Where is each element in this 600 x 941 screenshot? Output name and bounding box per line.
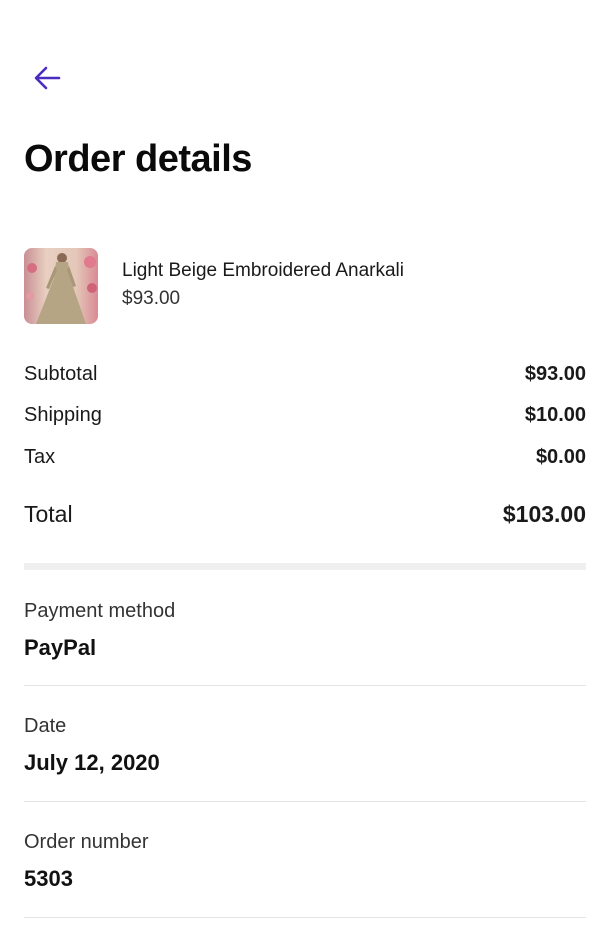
product-thumbnail xyxy=(24,248,98,324)
shipping-row: Shipping $10.00 xyxy=(24,402,586,430)
payment-method-value: PayPal xyxy=(24,635,97,660)
date-label: Date xyxy=(24,715,67,737)
tax-value: $0.00 xyxy=(535,445,586,468)
tax-row: Tax $0.00 xyxy=(24,443,586,471)
price-summary: Subtotal $93.00 Shipping $10.00 Tax $0.0… xyxy=(24,360,586,530)
back-button[interactable] xyxy=(26,58,68,98)
tax-label: Tax xyxy=(24,445,56,468)
subtotal-row: Subtotal $93.00 xyxy=(24,360,586,388)
section-divider xyxy=(24,563,586,570)
date-section: Date July 12, 2020 xyxy=(24,713,586,777)
product-price: $93.00 xyxy=(122,288,181,309)
total-row: Total $103.00 xyxy=(24,498,586,530)
arrow-left-icon xyxy=(34,66,61,90)
product-item[interactable]: Light Beige Embroidered Anarkali $93.00 xyxy=(24,248,586,324)
product-name: Light Beige Embroidered Anarkali xyxy=(122,260,405,281)
order-number-label: Order number xyxy=(24,831,149,853)
subtotal-label: Subtotal xyxy=(24,362,98,385)
total-label: Total xyxy=(24,500,73,527)
divider xyxy=(24,685,586,686)
divider xyxy=(24,801,586,802)
page-title: Order details xyxy=(24,138,252,180)
shipping-value: $10.00 xyxy=(524,404,586,426)
payment-method-label: Payment method xyxy=(24,600,176,622)
order-number-value: 5303 xyxy=(24,866,73,891)
date-value: July 12, 2020 xyxy=(24,750,160,775)
payment-method-section: Payment method PayPal xyxy=(24,598,586,662)
order-details-page: Order details Light Beige Embroidered An… xyxy=(0,0,600,941)
total-value: $103.00 xyxy=(502,500,586,527)
order-number-section: Order number 5303 xyxy=(24,829,586,893)
subtotal-value: $93.00 xyxy=(524,362,586,385)
shipping-label: Shipping xyxy=(24,404,102,426)
divider xyxy=(24,917,586,918)
